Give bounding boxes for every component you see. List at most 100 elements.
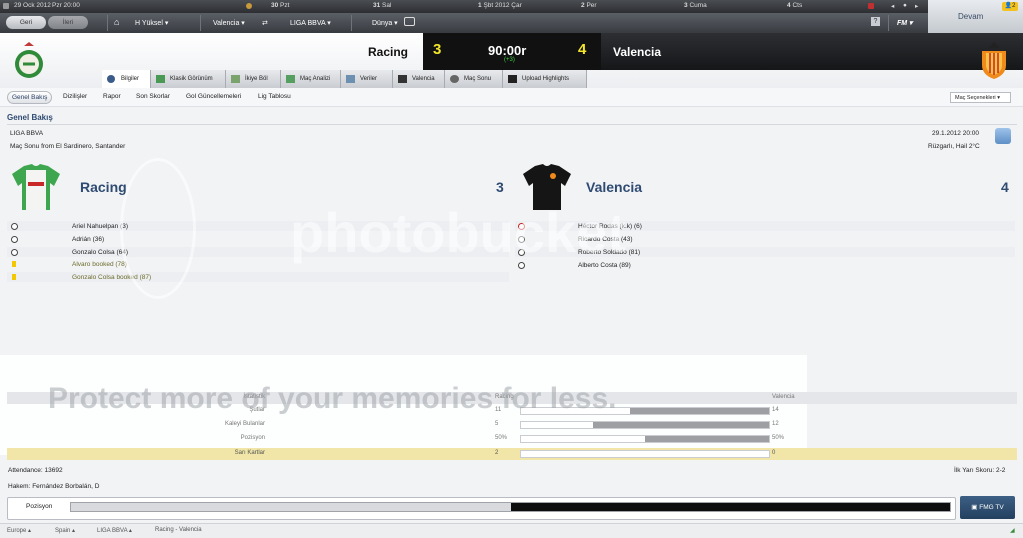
stat-row-possession: Pozisyon 50% 50% [240, 435, 785, 443]
pitch-icon [156, 75, 165, 83]
subtab-rapor[interactable]: Rapor [103, 93, 121, 100]
venue-text: Maç Sonu from El Sardinero, Santander [10, 143, 126, 150]
section-title: Genel Bakış [7, 113, 53, 122]
data-icon [346, 75, 355, 83]
continue-area: 👤2 Devam [928, 0, 1023, 33]
back-button[interactable]: Geri [6, 16, 46, 29]
prev-arrow-icon[interactable]: ◂ [891, 2, 894, 10]
home-icon[interactable]: ⌂ [114, 17, 119, 27]
tab-klasik-gorunum[interactable]: Klasik Görünüm [151, 70, 226, 88]
halftime-score: İlk Yarı Skoru: 2-2 [954, 467, 1006, 474]
yellow-card-icon [12, 274, 16, 280]
league-menu[interactable]: LIGA BBVA ▾ [290, 19, 331, 27]
dot-icon[interactable]: ● [903, 2, 907, 9]
breadcrumb-spain[interactable]: Spain ▴ [55, 527, 75, 534]
tab-mac-sonu[interactable]: Maç Sonu [445, 70, 503, 88]
away-team-bar [601, 33, 1023, 70]
tab-upload-highlights[interactable]: Upload Highlights [503, 70, 587, 88]
day-3[interactable]: 3 Cuma [684, 2, 707, 9]
current-date: 29 Ock 2012 [14, 2, 51, 9]
whistle-icon [450, 75, 459, 83]
forward-button[interactable]: İleri [48, 16, 88, 29]
transfer-icon[interactable]: ⇄ [262, 19, 268, 27]
chat-icon[interactable] [404, 17, 415, 26]
day-2[interactable]: 2 Per [581, 2, 597, 9]
calendar-icon[interactable] [3, 3, 9, 9]
match-clock: 90:00r [488, 43, 527, 58]
stat-row-on-target: Kaleyi Bulanlar 5 12 [224, 421, 779, 429]
breadcrumb: Europe ▴ Spain ▴ LIGA BBVA ▴ Racing - Va… [0, 523, 1023, 538]
breadcrumb-match[interactable]: Racing - Valencia [155, 527, 202, 533]
watermark-logo-icon [120, 158, 196, 299]
home-score: 3 [433, 41, 442, 58]
home-team-title: Racing [80, 179, 127, 195]
added-time: (+3) [504, 57, 515, 63]
home-event: Adrián (36) [72, 236, 105, 243]
fixture-icon [868, 3, 874, 9]
stat-row-yellow-cards: Sarı Kartlar 2 0 [7, 448, 1017, 460]
day-30[interactable]: 30 Pzt [271, 2, 289, 9]
inbox-badge[interactable]: 👤2 [1002, 2, 1018, 11]
referee-text: Hakem: Fernández Borbalán, D [8, 483, 100, 490]
world-menu[interactable]: Dünya ▾ [372, 19, 398, 27]
tab-bilgiler[interactable]: Bilgiler [102, 70, 151, 88]
day-31[interactable]: 31 Sal [373, 2, 391, 9]
tab-ikiye-bol[interactable]: İkiye Böl [226, 70, 281, 88]
breadcrumb-europe[interactable]: Europe ▴ [7, 527, 31, 534]
home-event: Gonzalo Colsa (64) [72, 249, 128, 256]
goal-icon [11, 249, 18, 256]
manager-menu[interactable]: H Yüksel ▾ [135, 19, 168, 27]
current-time: Pzr 20:00 [52, 2, 80, 9]
possession-label: Pozisyon [26, 503, 53, 510]
home-goals: 3 [496, 179, 504, 195]
away-team-title: Valencia [586, 179, 643, 195]
event-icon [246, 3, 252, 9]
attendance-text: Attendance: 13692 [8, 467, 63, 474]
help-icon[interactable]: ? [871, 17, 880, 26]
home-event: Alvaro booked (78) [72, 261, 127, 268]
sub-tabs: Genel Bakış Dizilişler Rapor Son Skorlar… [0, 88, 1023, 107]
subtab-son-skorlar[interactable]: Son Skorlar [136, 93, 170, 100]
split-icon [231, 75, 240, 83]
subtab-lig-tablosu[interactable]: Lig Tablosu [258, 93, 291, 100]
fmg-tv-button[interactable]: ▣ FMG TV [960, 496, 1015, 519]
watermark-logo-text: photobucket [290, 201, 626, 264]
match-datetime: 29.1.2012 20:00 [932, 130, 979, 137]
stat-bar [520, 421, 770, 429]
subtab-dizilisler[interactable]: Dizilişler [63, 93, 87, 100]
tab-valencia[interactable]: Valencia [393, 70, 445, 88]
next-arrow-icon[interactable]: ▸ [915, 2, 918, 10]
subtab-gol-guncellemeleri[interactable]: Gol Güncellemeleri [186, 93, 241, 100]
watermark-tagline: Protect more of your memories for less. [48, 382, 617, 415]
goal-icon [11, 223, 18, 230]
day-4[interactable]: 4 Cts [787, 2, 802, 9]
possession-bar [70, 502, 951, 512]
match-options-dropdown[interactable]: Maç Seçenekleri ▾ [950, 92, 1011, 103]
weather-icon [995, 128, 1011, 144]
resize-icon[interactable]: ◢ [1010, 527, 1015, 534]
weather-text: Rüzgarlı, Hail 2°C [928, 143, 980, 150]
club-icon [398, 75, 407, 83]
tab-mac-analizi[interactable]: Maç Analizi [281, 70, 341, 88]
stat-bar [520, 435, 770, 443]
navigation-bar: Geri İleri ⌂ H Yüksel ▾ Valencia ▾ ⇄ LIG… [0, 13, 928, 33]
yellow-card-icon [12, 261, 16, 267]
club-menu[interactable]: Valencia ▾ [213, 19, 245, 27]
stat-bar [520, 450, 770, 458]
subtab-genel-bakis[interactable]: Genel Bakış [7, 91, 53, 104]
day-1[interactable]: 1 Şbt 2012 Çar [478, 2, 522, 9]
away-score: 4 [578, 41, 587, 58]
tab-veriler[interactable]: Veriler [341, 70, 393, 88]
racing-crest-icon [15, 42, 43, 78]
continue-button[interactable]: Devam [958, 12, 983, 21]
date-bar: 29 Ock 2012 Pzr 20:00 30 Pzt 31 Sal 1 Şb… [0, 0, 928, 13]
competition-name: LIGA BBVA [10, 130, 44, 137]
home-team-name: Racing [368, 45, 409, 59]
away-goals: 4 [1001, 179, 1009, 195]
racing-kit-icon [12, 164, 60, 210]
breadcrumb-league[interactable]: LIGA BBVA ▴ [97, 527, 132, 534]
info-icon [107, 75, 115, 83]
goal-icon [11, 236, 18, 243]
analysis-icon [286, 75, 295, 83]
fm-menu[interactable]: FM ▾ [897, 19, 913, 27]
